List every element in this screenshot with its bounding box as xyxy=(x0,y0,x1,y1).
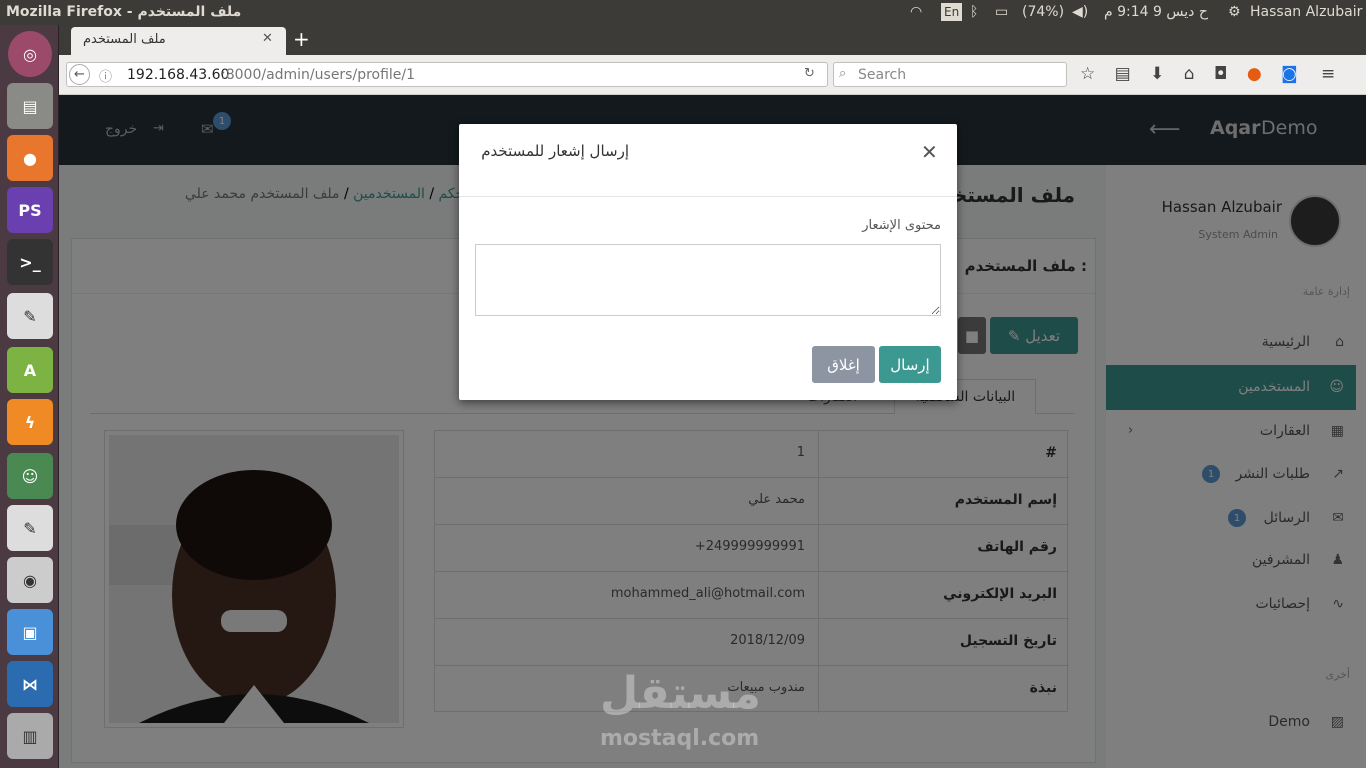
menu-icon[interactable]: ≡ xyxy=(1321,64,1335,84)
reload-icon[interactable]: ↻ xyxy=(804,66,815,81)
wifi-icon[interactable]: ◠ xyxy=(910,0,922,25)
close-tab-icon[interactable]: ✕ xyxy=(262,31,273,46)
keyboard-layout[interactable]: En xyxy=(941,3,963,21)
volume-icon[interactable]: ◀) xyxy=(1072,0,1088,25)
notification-content-textarea[interactable] xyxy=(475,244,941,316)
extension-icon[interactable]: ● xyxy=(1247,64,1262,84)
battery-percent[interactable]: (74%) xyxy=(1022,0,1064,25)
home-browser-icon[interactable]: ⌂ xyxy=(1184,64,1195,84)
new-tab-button[interactable]: + xyxy=(293,27,310,51)
text-editor-icon[interactable]: ✎ xyxy=(7,293,53,339)
url-path: :8000/admin/users/profile/1 xyxy=(221,67,416,83)
firefox-icon[interactable]: ● xyxy=(7,135,53,181)
search-icon: ⌕ xyxy=(839,66,847,81)
clock[interactable]: ح ديس 9 9:14 م xyxy=(1104,0,1208,25)
browser-tab[interactable]: ملف المستخدم ✕ xyxy=(71,27,286,55)
pocket-icon[interactable]: ◘ xyxy=(1214,64,1227,84)
window-title: Mozilla Firefox - ملف المستخدم xyxy=(6,4,242,20)
close-icon[interactable]: ✕ xyxy=(921,140,938,164)
toolbar-icons: ☆ ▤ ⬇ ⌂ ◘ ● ◙ ≡ xyxy=(1080,64,1335,84)
files-icon[interactable]: ▤ xyxy=(7,83,53,129)
send-button[interactable]: إرسال xyxy=(879,346,941,383)
ubuntu-logo-icon[interactable]: ◎ xyxy=(8,31,52,77)
launcher: ◎ ▤ ● PS >_ ✎ A ϟ ☺ ✎ ◉ ▣ ⋈ ▥ xyxy=(0,25,59,768)
game-icon[interactable]: ☺ xyxy=(7,453,53,499)
url-bar[interactable]: ← ⓘ 192.168.43.60 :8000/admin/users/prof… xyxy=(66,62,828,87)
watermark-arabic: مستقل xyxy=(600,668,761,719)
search-bar[interactable]: ⌕ Search xyxy=(833,62,1067,87)
os-user-name[interactable]: Hassan Alzubair xyxy=(1250,0,1362,25)
flash-icon[interactable]: ϟ xyxy=(7,399,53,445)
watermark-english: mostaql.com xyxy=(600,726,760,751)
os-top-bar: Mozilla Firefox - ملف المستخدم ◠ En ᛒ ▭ … xyxy=(0,0,1366,25)
battery-icon[interactable]: ▭ xyxy=(995,0,1008,25)
vscode-icon[interactable]: ⋈ xyxy=(7,661,53,707)
gear-icon[interactable]: ⚙ xyxy=(1228,0,1241,25)
terminal-icon[interactable]: >_ xyxy=(7,239,53,285)
back-icon[interactable]: ← xyxy=(69,64,90,85)
modal-divider xyxy=(459,196,957,197)
bookmark-star-icon[interactable]: ☆ xyxy=(1080,64,1095,84)
camera-icon[interactable]: ◉ xyxy=(7,557,53,603)
search-input[interactable]: Search xyxy=(858,67,906,83)
close-button[interactable]: إغلاق xyxy=(812,346,875,383)
tab-title: ملف المستخدم xyxy=(83,32,166,47)
reading-list-icon[interactable]: ▤ xyxy=(1115,64,1131,84)
android-studio-icon[interactable]: A xyxy=(7,347,53,393)
modal-title: إرسال إشعار للمستخدم xyxy=(481,142,629,160)
url-host: 192.168.43.60 xyxy=(127,67,230,83)
info-icon: ⓘ xyxy=(99,70,113,85)
field-label: محتوى الإشعار xyxy=(862,218,941,233)
notification-modal: إرسال إشعار للمستخدم ✕ محتوى الإشعار إغل… xyxy=(459,124,957,400)
download-icon[interactable]: ⬇ xyxy=(1150,64,1164,84)
phpstorm-icon[interactable]: PS xyxy=(7,187,53,233)
extension-2-icon[interactable]: ◙ xyxy=(1281,64,1298,84)
text-editor-2-icon[interactable]: ✎ xyxy=(7,505,53,551)
virtualbox-icon[interactable]: ▣ xyxy=(7,609,53,655)
trash-icon[interactable]: ▥ xyxy=(7,713,53,759)
bluetooth-icon[interactable]: ᛒ xyxy=(970,0,978,25)
